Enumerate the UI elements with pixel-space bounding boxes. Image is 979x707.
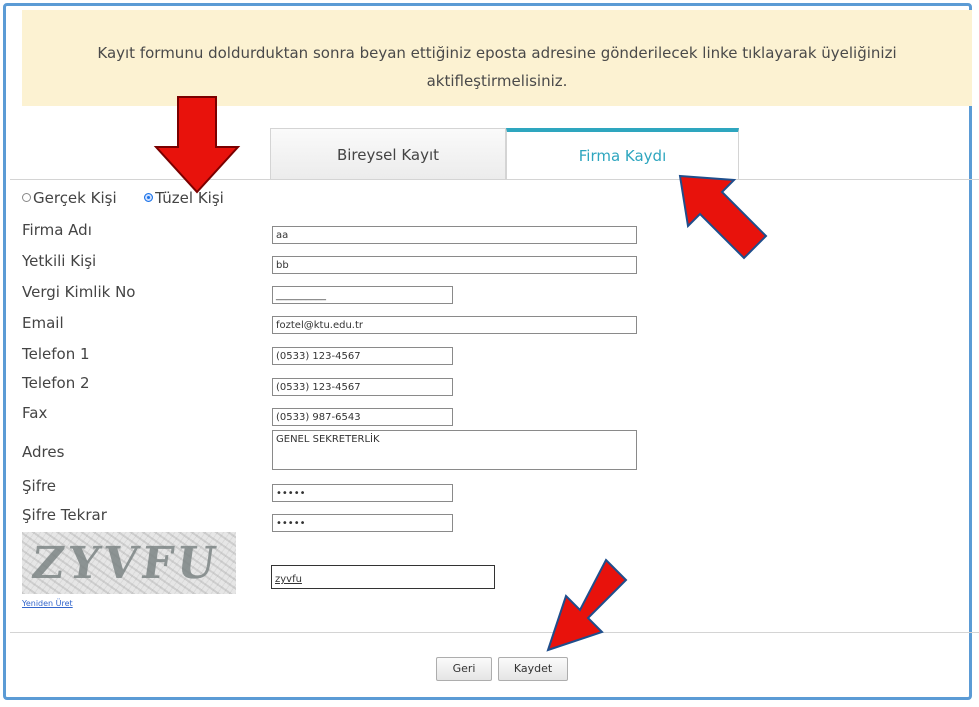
adres-textarea[interactable]: GENEL SEKRETERLİK [272, 430, 637, 470]
label-telefon-2: Telefon 2 [22, 374, 90, 392]
sifre-tekrar-input[interactable]: ••••• [272, 514, 453, 532]
annotation-arrow-up-left-icon [678, 174, 768, 260]
yetkili-kisi-input[interactable]: bb [272, 256, 637, 274]
label-adres: Adres [22, 443, 65, 461]
notice-line-2: aktifleştirmelisiniz. [426, 72, 568, 90]
sifre-input[interactable]: ••••• [272, 484, 453, 502]
back-button[interactable]: Geri [436, 657, 492, 681]
label-fax: Fax [22, 404, 48, 422]
radio-label-gercek: Gerçek Kişi [33, 189, 117, 207]
save-button[interactable]: Kaydet [498, 657, 568, 681]
info-notice: Kayıt formunu doldurduktan sonra beyan e… [22, 10, 972, 106]
captcha-input[interactable]: zyvfu [271, 565, 495, 589]
email-input[interactable]: foztel@ktu.edu.tr [272, 316, 637, 334]
captcha-text: ZYVFU [28, 538, 223, 589]
label-firma-adi: Firma Adı [22, 221, 92, 239]
telefon-2-input[interactable]: (0533) 123-4567 [272, 378, 453, 396]
captcha-image: ZYVFU [22, 532, 236, 594]
annotation-arrow-down-left-icon [546, 558, 628, 652]
window-frame [3, 3, 972, 700]
label-vergi-no: Vergi Kimlik No [22, 283, 136, 301]
annotation-arrow-down-icon [153, 96, 241, 194]
label-yetkili-kisi: Yetkili Kişi [22, 252, 97, 270]
vergi-no-input[interactable]: __________ [272, 286, 453, 304]
label-sifre-tekrar: Şifre Tekrar [22, 506, 107, 524]
label-telefon-1: Telefon 1 [22, 345, 90, 363]
telefon-1-input[interactable]: (0533) 123-4567 [272, 347, 453, 365]
radio-gercek-kisi[interactable]: Gerçek Kişi [22, 189, 117, 207]
captcha-regenerate-link[interactable]: Yeniden Üret [22, 599, 73, 608]
fax-input[interactable]: (0533) 987-6543 [272, 408, 453, 426]
radio-circle-gercek[interactable] [22, 193, 31, 202]
notice-line-1: Kayıt formunu doldurduktan sonra beyan e… [97, 44, 897, 62]
label-email: Email [22, 314, 64, 332]
label-sifre: Şifre [22, 477, 57, 495]
tab-bireysel-kayit[interactable]: Bireysel Kayıt [270, 128, 506, 180]
firma-adi-input[interactable]: aa [272, 226, 637, 244]
footer-divider [10, 632, 979, 633]
